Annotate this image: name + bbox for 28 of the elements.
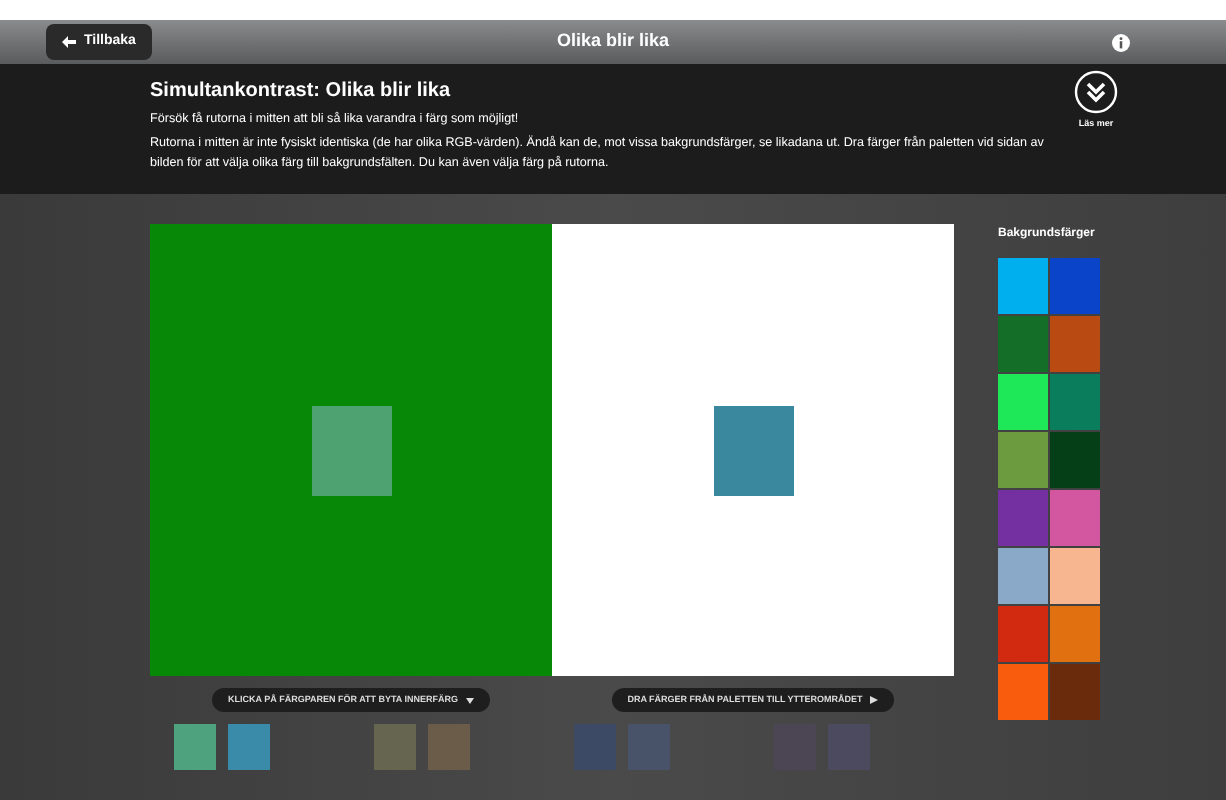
color-pair[interactable] — [774, 724, 870, 770]
palette-swatch[interactable] — [998, 606, 1048, 662]
palette-swatch[interactable] — [998, 490, 1048, 546]
double-chevron-icon — [1074, 70, 1118, 114]
palette-swatch[interactable] — [1050, 664, 1100, 720]
palette-swatch[interactable] — [998, 432, 1048, 488]
background-field[interactable] — [150, 224, 552, 676]
palette-swatch[interactable] — [1050, 258, 1100, 314]
heading: Simultankontrast: Olika blir lika — [150, 78, 453, 106]
palette-swatch[interactable] — [998, 316, 1048, 372]
color-pair[interactable] — [574, 724, 670, 770]
palette-swatch[interactable] — [998, 258, 1048, 314]
palette-swatch[interactable] — [1050, 548, 1100, 604]
color-pair[interactable] — [374, 724, 470, 770]
palette-swatch[interactable] — [1050, 316, 1100, 372]
palette-swatch[interactable] — [1050, 374, 1100, 430]
back-arrow-icon — [62, 36, 76, 48]
color-pair[interactable] — [174, 724, 270, 770]
palette-swatch[interactable] — [998, 664, 1048, 720]
info-icon[interactable] — [1112, 33, 1130, 51]
palette-swatch[interactable] — [1050, 490, 1100, 546]
inner-square[interactable] — [713, 405, 793, 495]
palette-swatch[interactable] — [998, 548, 1048, 604]
palette-swatch[interactable] — [998, 374, 1048, 430]
background-field[interactable] — [552, 224, 954, 676]
palette-swatch[interactable] — [1050, 432, 1100, 488]
palette-swatch[interactable] — [1050, 606, 1100, 662]
window-title: Olika blir lika — [556, 28, 670, 55]
